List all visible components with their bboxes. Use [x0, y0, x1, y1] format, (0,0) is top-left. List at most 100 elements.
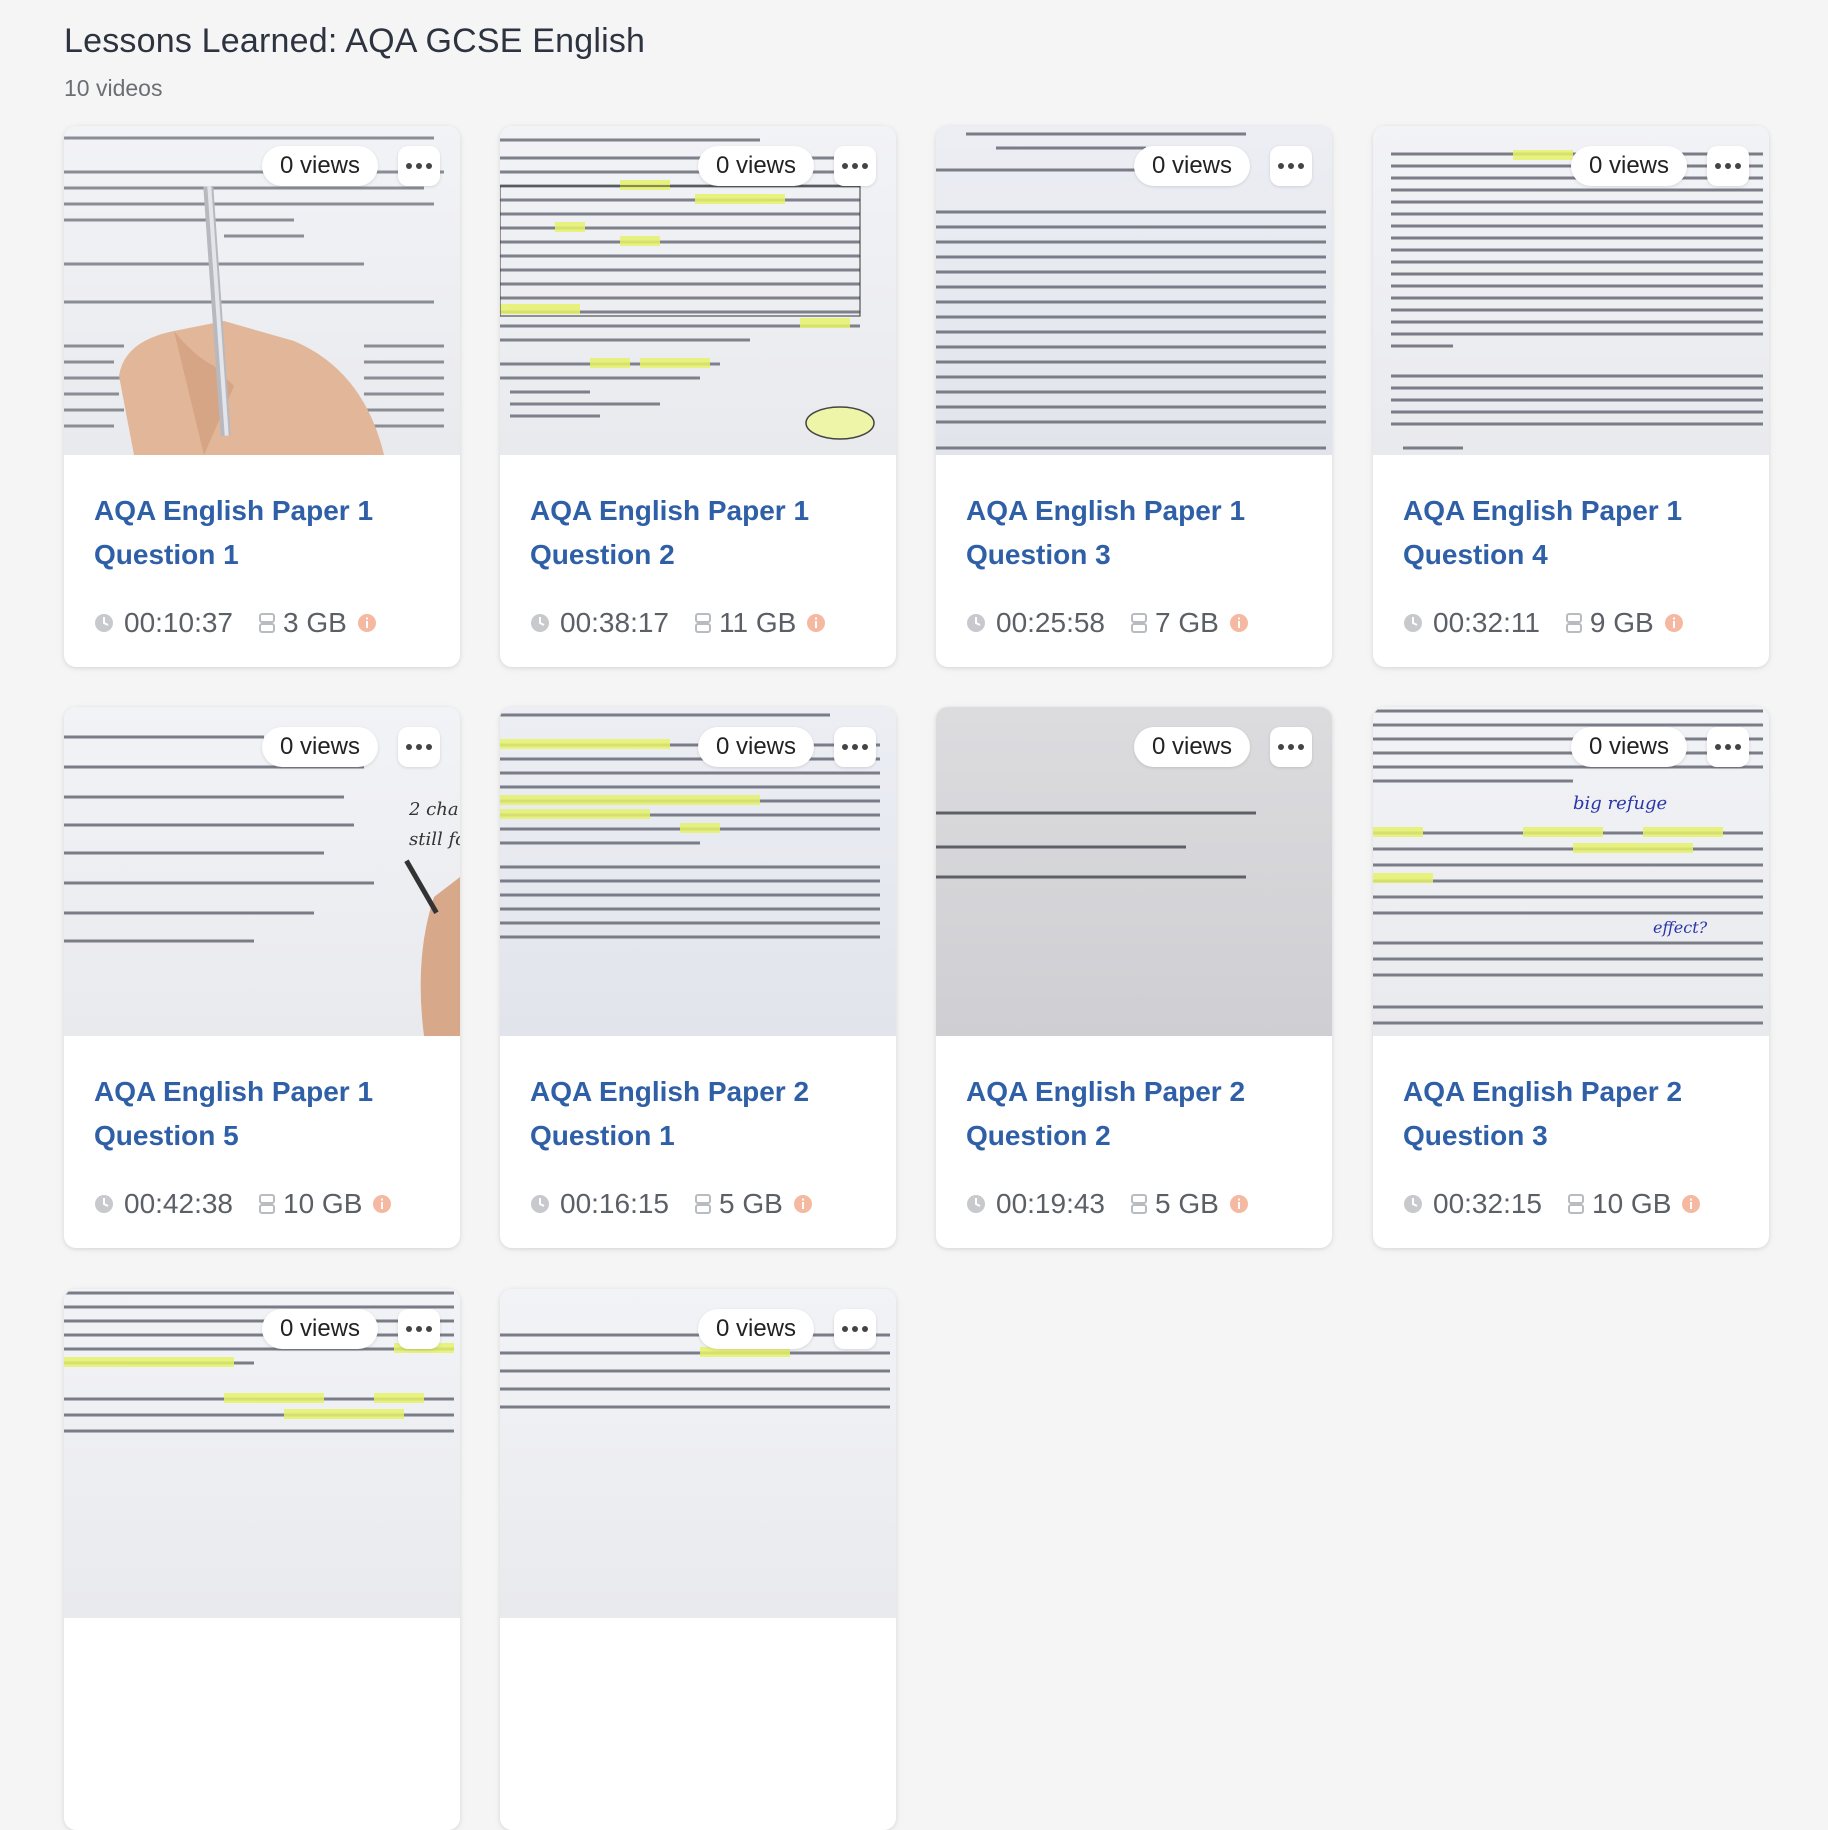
- more-horizontal-icon: [406, 744, 412, 750]
- more-horizontal-icon: [842, 744, 848, 750]
- video-duration: 00:38:17: [560, 607, 669, 638]
- video-thumbnail[interactable]: 0 views: [500, 707, 896, 1036]
- more-options-button[interactable]: [398, 1309, 440, 1349]
- video-card[interactable]: big refuge effect? 0 views AQA English P…: [1373, 707, 1769, 1248]
- more-horizontal-icon: [842, 163, 848, 169]
- video-title[interactable]: AQA English Paper 1 Question 1: [94, 489, 430, 577]
- more-options-button[interactable]: [398, 146, 440, 186]
- video-meta: 00:32:15 10 GB: [1403, 1188, 1739, 1220]
- video-title[interactable]: AQA English Paper 1 Question 3: [966, 489, 1302, 577]
- video-duration: 00:19:43: [996, 1188, 1105, 1219]
- video-duration: 00:16:15: [560, 1188, 669, 1219]
- video-thumbnail[interactable]: 2 cha still fo 0 views: [64, 707, 460, 1036]
- more-options-button[interactable]: [834, 727, 876, 767]
- more-horizontal-icon: [1715, 163, 1721, 169]
- svg-text:effect?: effect?: [1653, 918, 1708, 937]
- more-options-button[interactable]: [398, 727, 440, 767]
- clock-icon: [1404, 614, 1422, 632]
- drive-icon: [259, 1194, 275, 1214]
- more-options-button[interactable]: [834, 146, 876, 186]
- video-thumbnail[interactable]: 0 views: [500, 1289, 896, 1618]
- drive-icon: [695, 1194, 711, 1214]
- video-size: 9 GB: [1589, 607, 1654, 638]
- video-card[interactable]: 0 views AQA English Paper 1 Question 3 0…: [936, 126, 1332, 667]
- info-icon[interactable]: [1681, 1194, 1701, 1214]
- drive-icon: [1131, 613, 1147, 633]
- more-options-button[interactable]: [1707, 146, 1749, 186]
- video-meta: 00:42:38 10 GB: [94, 1188, 430, 1220]
- video-card[interactable]: 0 views AQA English Paper 1 Question 4 0…: [1373, 126, 1769, 667]
- video-title[interactable]: AQA English Paper 1 Question 4: [1403, 489, 1739, 577]
- video-size: 5 GB: [719, 1188, 783, 1219]
- info-icon[interactable]: [806, 613, 826, 633]
- video-meta: 00:32:11 9 GB: [1403, 607, 1739, 639]
- info-icon[interactable]: [1229, 1194, 1249, 1214]
- view-count-badge: 0 views: [1570, 727, 1687, 767]
- page-header: Lessons Learned: AQA GCSE English 10 vid…: [64, 22, 645, 102]
- video-size: 10 GB: [1592, 1188, 1672, 1219]
- video-title[interactable]: AQA English Paper 1 Question 5: [94, 1070, 430, 1158]
- view-count-badge: 0 views: [1570, 146, 1687, 186]
- more-horizontal-icon: [1715, 744, 1721, 750]
- video-card[interactable]: 0 views AQA English Paper 2 Question 2 0…: [936, 707, 1332, 1248]
- video-size: 5 GB: [1155, 1188, 1219, 1219]
- video-title[interactable]: AQA English Paper 1 Question 2: [530, 489, 866, 577]
- video-card[interactable]: 0 views AQA English Paper 1 Question 1 0…: [64, 126, 460, 667]
- more-options-button[interactable]: [1270, 727, 1312, 767]
- clock-icon: [967, 614, 985, 632]
- video-thumbnail[interactable]: 0 views: [500, 126, 896, 455]
- video-duration: 00:10:37: [124, 607, 233, 638]
- video-meta: 00:38:17 11 GB: [530, 607, 866, 639]
- more-horizontal-icon: [406, 163, 412, 169]
- info-icon[interactable]: [1664, 613, 1684, 633]
- more-horizontal-icon: [1278, 744, 1284, 750]
- drive-icon: [695, 613, 711, 633]
- info-icon[interactable]: [1229, 613, 1249, 633]
- video-thumbnail[interactable]: 0 views: [936, 126, 1332, 455]
- video-meta: 00:10:37 3 GB: [94, 607, 430, 639]
- more-options-button[interactable]: [1270, 146, 1312, 186]
- video-card[interactable]: 0 views AQA English Paper 2 Question 1 0…: [500, 707, 896, 1248]
- more-options-button[interactable]: [1707, 727, 1749, 767]
- view-count-badge: 0 views: [261, 1309, 378, 1349]
- clock-icon: [1404, 1195, 1422, 1213]
- svg-text:2 cha: 2 cha: [408, 799, 459, 820]
- video-thumbnail[interactable]: 0 views: [64, 1289, 460, 1618]
- info-icon[interactable]: [357, 613, 377, 633]
- clock-icon: [967, 1195, 985, 1213]
- clock-icon: [95, 1195, 113, 1213]
- video-thumbnail[interactable]: 0 views: [1373, 126, 1769, 455]
- svg-text:still fo: still fo: [409, 829, 460, 850]
- info-icon[interactable]: [793, 1194, 813, 1214]
- info-icon[interactable]: [372, 1194, 392, 1214]
- drive-icon: [259, 613, 275, 633]
- video-card[interactable]: 2 cha still fo 0 views AQA English Paper…: [64, 707, 460, 1248]
- video-title[interactable]: AQA English Paper 2 Question 2: [966, 1070, 1302, 1158]
- video-duration: 00:32:11: [1433, 607, 1540, 638]
- video-card[interactable]: 0 views: [500, 1289, 896, 1830]
- drive-icon: [1568, 1194, 1584, 1214]
- clock-icon: [531, 1195, 549, 1213]
- video-meta: 00:25:58 7 GB: [966, 607, 1302, 639]
- video-thumbnail[interactable]: 0 views: [936, 707, 1332, 1036]
- svg-text:big refuge: big refuge: [1573, 793, 1667, 814]
- view-count-badge: 0 views: [697, 1309, 814, 1349]
- video-title[interactable]: AQA English Paper 2 Question 1: [530, 1070, 866, 1158]
- view-count-badge: 0 views: [261, 727, 378, 767]
- video-thumbnail[interactable]: 0 views: [64, 126, 460, 455]
- video-thumbnail[interactable]: big refuge effect? 0 views: [1373, 707, 1769, 1036]
- more-options-button[interactable]: [834, 1309, 876, 1349]
- view-count-badge: 0 views: [697, 146, 814, 186]
- drive-icon: [1565, 613, 1582, 633]
- video-title[interactable]: AQA English Paper 2 Question 3: [1403, 1070, 1739, 1158]
- video-size: 11 GB: [719, 607, 797, 638]
- video-count: 10 videos: [64, 75, 163, 101]
- drive-icon: [1131, 1194, 1147, 1214]
- more-horizontal-icon: [406, 1326, 412, 1332]
- video-card[interactable]: 0 views: [64, 1289, 460, 1830]
- view-count-badge: 0 views: [1133, 727, 1250, 767]
- video-card[interactable]: 0 views AQA English Paper 1 Question 2 0…: [500, 126, 896, 667]
- view-count-badge: 0 views: [1133, 146, 1250, 186]
- video-duration: 00:25:58: [996, 607, 1105, 638]
- video-size: 10 GB: [283, 1188, 363, 1219]
